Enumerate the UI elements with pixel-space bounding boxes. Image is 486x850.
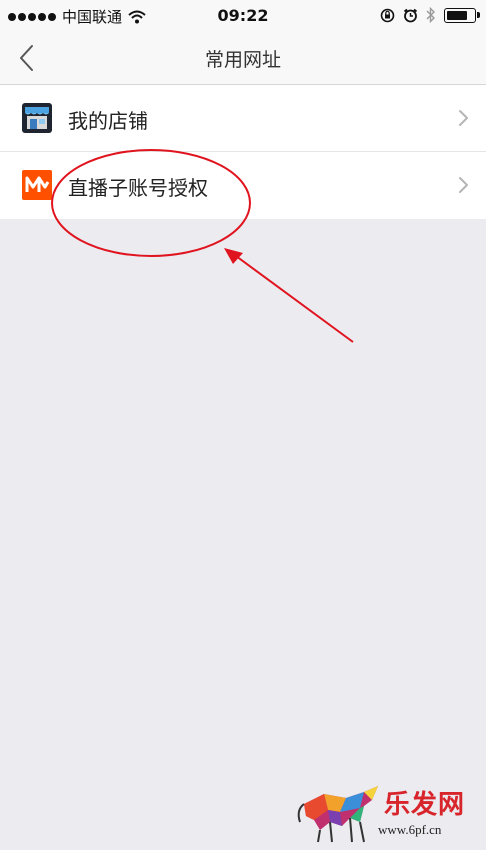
chevron-right-icon xyxy=(459,110,468,126)
live-m-logo-icon xyxy=(22,170,52,200)
watermark-url: www.6pf.cn xyxy=(378,822,442,837)
store-icon xyxy=(22,103,52,133)
page-title: 常用网址 xyxy=(204,49,281,71)
favorite-links-list: 我的店铺 直播子账号授权 xyxy=(0,85,486,219)
alarm-icon xyxy=(403,8,418,22)
list-item-my-store[interactable]: 我的店铺 xyxy=(0,85,486,152)
navigation-bar: 常用网址 xyxy=(0,32,486,85)
watermark: 乐发网 www.6pf.cn xyxy=(294,782,484,844)
watermark-brand: 乐发网 xyxy=(384,790,466,820)
bull-logo-icon xyxy=(297,786,378,843)
pointer-arrow-line xyxy=(235,255,354,343)
orientation-lock-icon xyxy=(380,8,395,22)
status-bar: 中国联通 09:22 xyxy=(0,0,486,32)
battery-level xyxy=(447,10,467,20)
status-right xyxy=(380,7,480,23)
list-item-label: 直播子账号授权 xyxy=(68,176,208,200)
list-item-live-sub-account-auth[interactable]: 直播子账号授权 xyxy=(0,152,486,219)
pointer-arrow-head xyxy=(224,248,243,264)
battery-icon xyxy=(444,7,480,23)
list-item-label: 我的店铺 xyxy=(68,109,148,133)
chevron-right-icon xyxy=(459,177,468,193)
bluetooth-icon xyxy=(426,7,435,23)
